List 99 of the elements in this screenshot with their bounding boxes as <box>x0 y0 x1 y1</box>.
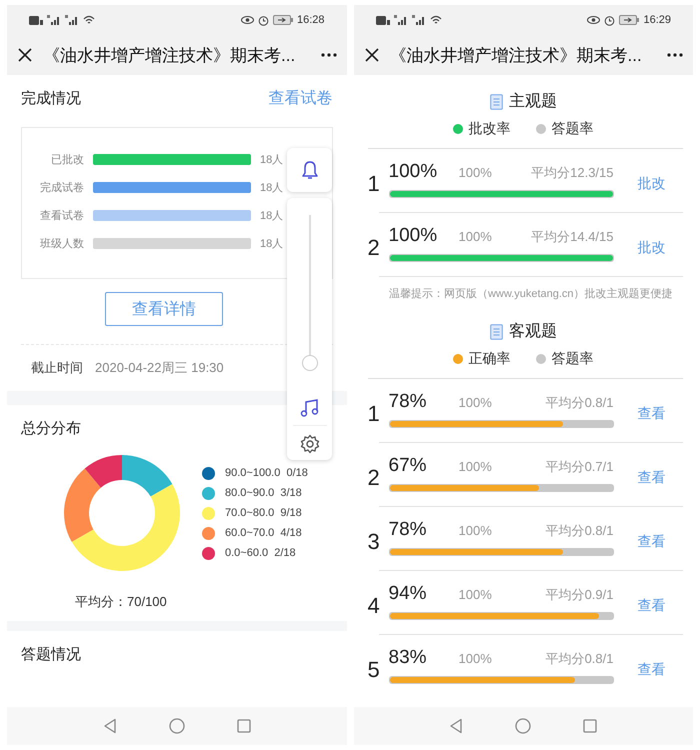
action-link[interactable]: 批改 <box>638 239 666 257</box>
section-title: 完成情况 <box>21 88 81 108</box>
more-icon[interactable] <box>320 53 336 57</box>
clock-time: 16:29 <box>643 14 671 26</box>
bar-label: 查看试卷 <box>39 209 84 223</box>
recents-icon[interactable] <box>236 719 251 733</box>
bar-count: 18人 <box>260 209 284 223</box>
question-number: 4 <box>368 593 380 619</box>
bar-count: 18人 <box>260 153 284 167</box>
average-score: 平均分0.8/1 <box>546 650 614 668</box>
eye-icon <box>587 15 600 25</box>
action-link[interactable]: 查看 <box>638 661 666 679</box>
eye-icon <box>240 15 254 25</box>
average-score: 平均分14.4/15 <box>531 228 614 246</box>
document-icon <box>490 324 503 340</box>
legend-label: 70.0~80.0 9/18 <box>225 507 302 519</box>
action-link[interactable]: 查看 <box>638 533 666 551</box>
rate-value: 67% <box>388 455 428 477</box>
section-title: 客观题 <box>508 322 557 342</box>
page-title: 《油水井增产增注技术》期末考... <box>43 44 296 66</box>
close-icon[interactable] <box>17 47 33 63</box>
average-score: 平均分：70/100 <box>74 593 168 611</box>
close-icon[interactable] <box>364 47 380 63</box>
answer-rate: 100% <box>458 395 493 410</box>
section-title: 总分分布 <box>21 418 81 438</box>
action-link[interactable]: 查看 <box>638 405 666 423</box>
section-title: 主观题 <box>508 92 557 112</box>
signal-icon <box>412 15 426 25</box>
answer-rate: 100% <box>458 587 493 602</box>
rate-value: 78% <box>388 519 428 541</box>
document-icon <box>490 94 503 110</box>
page-title: 《油水井增产增注技术》期末考... <box>390 44 643 66</box>
settings-button[interactable] <box>300 434 320 454</box>
settings-icon <box>300 434 320 454</box>
deadline-label: 截止时间 <box>31 359 83 377</box>
music-button[interactable] <box>300 399 320 417</box>
answer-rate: 100% <box>458 229 493 244</box>
question-number: 3 <box>368 529 380 555</box>
question-number: 1 <box>368 171 380 197</box>
bar-label: 班级人数 <box>39 237 84 251</box>
action-link[interactable]: 批改 <box>638 175 666 193</box>
answer-rate: 100% <box>458 523 493 538</box>
legend-label: 答题率 <box>551 350 594 368</box>
legend-label: 正确率 <box>468 350 510 368</box>
action-link[interactable]: 查看 <box>638 469 666 487</box>
battery-icon <box>619 15 640 25</box>
average-score: 平均分0.9/1 <box>546 586 614 604</box>
average-score: 平均分0.8/1 <box>546 522 614 540</box>
legend-label: 80.0~90.0 3/18 <box>225 487 302 499</box>
rate-value: 100% <box>388 225 438 247</box>
question-number: 1 <box>368 401 380 427</box>
rate-value: 94% <box>388 583 428 605</box>
back-icon[interactable] <box>449 718 464 734</box>
bar-label: 已批改 <box>50 153 84 167</box>
legend-label: 批改率 <box>468 120 510 138</box>
bar-label: 完成试卷 <box>39 180 84 195</box>
home-icon[interactable] <box>515 718 532 734</box>
section-title: 答题情况 <box>21 644 81 664</box>
battery-icon <box>272 15 293 25</box>
bar-count: 18人 <box>260 181 284 195</box>
action-link[interactable]: 查看 <box>638 597 666 615</box>
rate-value: 83% <box>388 647 428 669</box>
deadline-value: 2020-04-22周三 19:30 <box>95 359 224 377</box>
answer-rate: 100% <box>458 651 493 666</box>
answer-rate: 100% <box>458 459 493 474</box>
average-score: 平均分12.3/15 <box>531 164 614 182</box>
average-score: 平均分0.8/1 <box>546 394 614 412</box>
details-button[interactable]: 查看详情 <box>104 292 223 326</box>
signal-icon <box>65 15 79 25</box>
tip-text: 温馨提示：网页版（www.yuketang.cn）批改主观题更便捷 <box>378 276 683 301</box>
signal-icon <box>47 15 61 25</box>
wifi-icon <box>430 15 442 25</box>
legend-label: 90.0~100.0 0/18 <box>225 467 308 479</box>
legend-label: 答题率 <box>551 120 594 138</box>
rate-value: 100% <box>388 161 438 183</box>
rate-value: 78% <box>388 391 428 413</box>
music-note-icon <box>300 399 320 417</box>
question-number: 2 <box>368 235 380 261</box>
question-number: 2 <box>368 465 380 491</box>
back-icon[interactable] <box>102 718 117 734</box>
slider-thumb[interactable] <box>302 355 318 371</box>
legend-label: 0.0~60.0 2/18 <box>225 547 296 559</box>
average-score: 平均分0.7/1 <box>546 458 614 476</box>
bell-button[interactable] <box>287 148 332 192</box>
clock-time: 16:28 <box>296 14 324 26</box>
more-icon[interactable] <box>667 53 683 57</box>
signal-icon <box>394 15 408 25</box>
question-number: 5 <box>368 657 380 683</box>
answer-rate: 100% <box>458 165 493 180</box>
bar-count: 18人 <box>260 237 284 251</box>
alarm-icon <box>258 14 269 26</box>
home-icon[interactable] <box>168 718 185 734</box>
recents-icon[interactable] <box>583 719 598 733</box>
bell-icon <box>300 160 318 180</box>
volume-slider[interactable] <box>302 215 318 371</box>
wifi-icon <box>83 15 95 25</box>
legend-label: 60.0~70.0 4/18 <box>225 527 302 539</box>
alarm-icon <box>604 14 616 26</box>
view-paper-link[interactable]: 查看试卷 <box>268 88 332 108</box>
